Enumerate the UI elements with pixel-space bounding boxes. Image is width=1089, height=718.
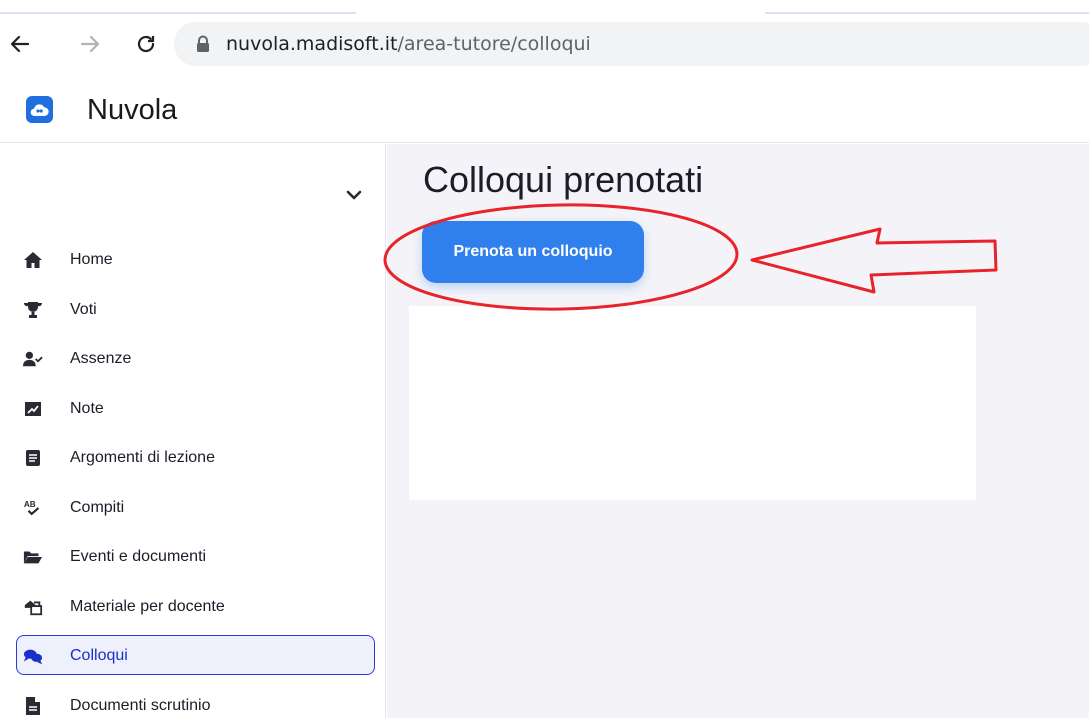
reload-icon (137, 35, 155, 53)
app-header: Nuvola (0, 74, 1089, 143)
comments-icon (23, 646, 43, 666)
url-text: nuvola.madisoft.it/area-tutore/colloqui (226, 33, 591, 55)
sidebar (0, 144, 386, 718)
back-button[interactable] (6, 30, 34, 58)
home-icon (23, 250, 43, 270)
sidebar-item-assenze[interactable]: Assenze (16, 338, 375, 378)
page-title: Colloqui prenotati (423, 159, 704, 200)
sidebar-item-label: Eventi e documenti (70, 548, 207, 565)
sidebar-item-argomenti-di-lezione[interactable]: Argomenti di lezione (16, 437, 375, 477)
sidebar-item-label: Home (70, 251, 113, 268)
sidebar-item-documenti-scrutinio[interactable]: Documenti scrutinio (16, 685, 375, 718)
user-check-icon (23, 349, 43, 369)
sidebar-item-label: Documenti scrutinio (70, 697, 211, 714)
trophy-icon (23, 300, 43, 320)
materials-icon (23, 597, 43, 617)
book-appointment-button[interactable]: Prenota un colloquio (422, 221, 644, 283)
sidebar-item-colloqui[interactable]: Colloqui (16, 635, 375, 675)
svg-text:AB: AB (24, 500, 36, 509)
app-title: Nuvola (87, 94, 178, 126)
forward-button[interactable] (76, 30, 104, 58)
book-icon (23, 448, 43, 468)
page: nuvola.madisoft.it/area-tutore/colloqui … (0, 0, 1089, 718)
sidebar-item-compiti[interactable]: AB Compiti (16, 487, 375, 527)
sidebar-item-label: Colloqui (70, 647, 128, 664)
main-content: Colloqui prenotati Prenota un colloquio (387, 144, 1089, 718)
sidebar-item-eventi-e-documenti[interactable]: Eventi e documenti (16, 536, 375, 576)
url-domain: nuvola.madisoft.it (226, 33, 398, 55)
url-path: /area-tutore/colloqui (397, 33, 591, 55)
sidebar-item-materiale-per-docente[interactable]: Materiale per docente (16, 586, 375, 626)
file-icon (23, 696, 43, 716)
sidebar-item-label: Argomenti di lezione (70, 449, 215, 466)
lock-icon (197, 35, 209, 52)
browser-tabstrip (0, 0, 1089, 14)
address-bar[interactable]: nuvola.madisoft.it/area-tutore/colloqui (174, 22, 1089, 66)
sidebar-item-label: Assenze (70, 350, 132, 367)
appointments-panel (409, 306, 976, 500)
reload-button[interactable] (132, 30, 160, 58)
sidebar-toggle-chevron-down-icon[interactable] (343, 184, 365, 206)
arrow-right-icon (80, 35, 100, 53)
sidebar-item-home[interactable]: Home (16, 239, 375, 279)
note-icon (23, 399, 43, 419)
spellcheck-icon: AB (23, 498, 43, 518)
arrow-left-icon (10, 35, 30, 53)
sidebar-item-label: Materiale per docente (70, 598, 225, 615)
sidebar-item-label: Compiti (70, 499, 125, 516)
sidebar-item-voti[interactable]: Voti (16, 289, 375, 329)
sidebar-item-label: Note (70, 400, 104, 417)
folder-open-icon (23, 547, 43, 567)
sidebar-item-label: Voti (70, 301, 97, 318)
cloud-logo-icon[interactable] (26, 96, 53, 123)
browser-toolbar: nuvola.madisoft.it/area-tutore/colloqui (0, 14, 1089, 74)
sidebar-item-note[interactable]: Note (16, 388, 375, 428)
